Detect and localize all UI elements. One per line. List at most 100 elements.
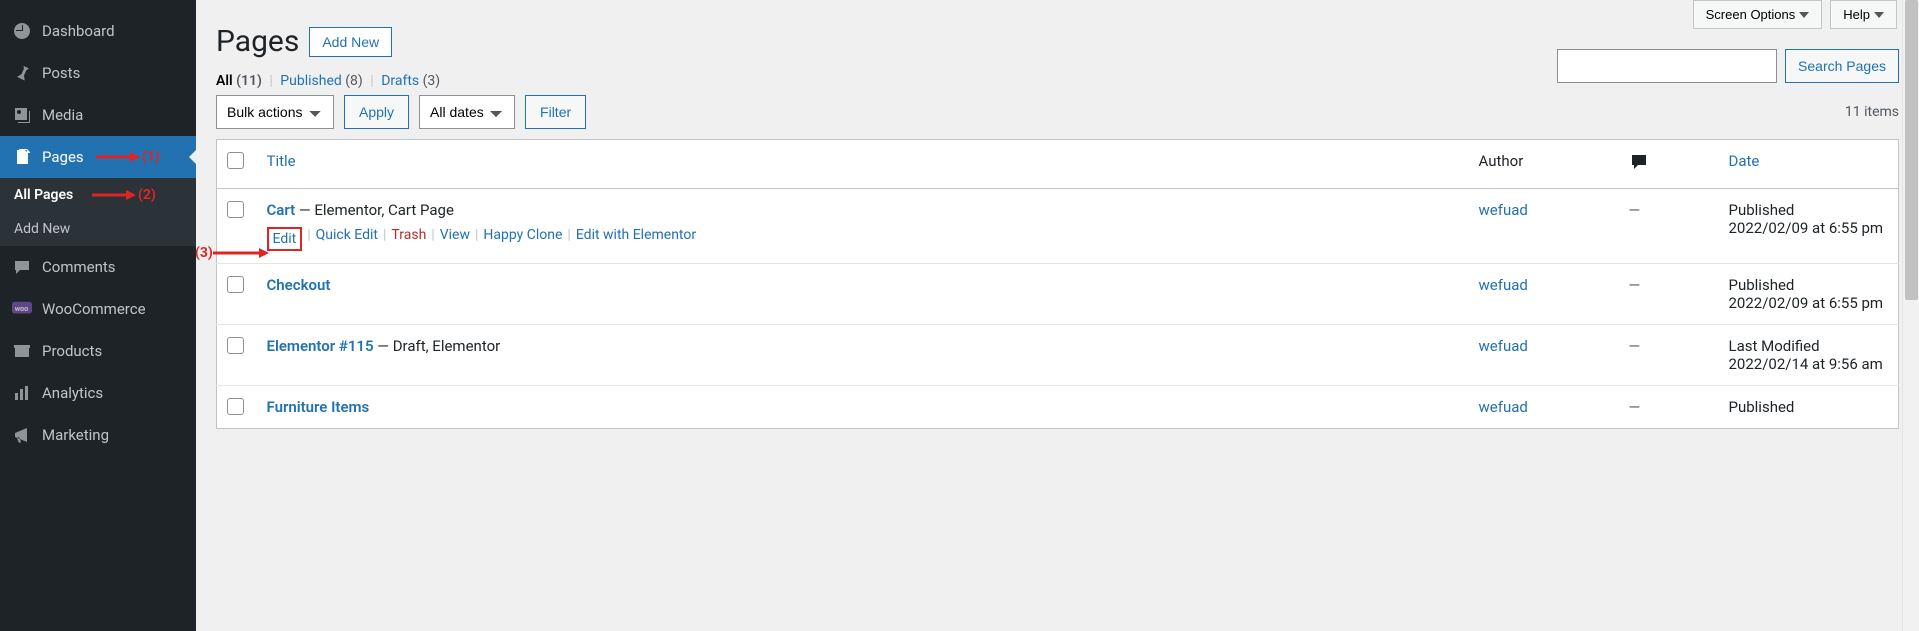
filter-all[interactable]: All (11) [216,73,265,89]
sidebar-label: Dashboard [42,22,115,40]
filter-button[interactable]: Filter [525,95,586,129]
search-input[interactable] [1557,49,1777,83]
author-link[interactable]: wefuad [1479,398,1528,416]
screen-options-label: Screen Options [1706,7,1796,22]
analytics-icon [12,383,32,403]
row-checkbox[interactable] [227,337,244,354]
comments-icon [12,257,32,277]
author-link[interactable]: wefuad [1479,201,1528,219]
sidebar-label: Media [42,106,83,124]
sidebar-label: Products [42,342,102,360]
post-state: — Elementor, Cart Page [295,201,454,219]
sidebar-item-dashboard[interactable]: Dashboard [0,10,196,52]
admin-sidebar: Dashboard Posts Media Pages (1) All Page… [0,0,196,631]
apply-button[interactable]: Apply [344,95,409,129]
date-full: 2022/02/09 at 6:55 pm [1729,294,1889,312]
sidebar-item-products[interactable]: Products [0,330,196,372]
products-icon [12,341,32,361]
help-label: Help [1843,7,1870,22]
sidebar-item-pages[interactable]: Pages (1) [0,136,196,178]
sidebar-submenu-pages: All Pages (2) Add New [0,178,196,246]
sidebar-label: WooCommerce [42,300,146,318]
pages-icon [12,147,32,167]
comments-icon[interactable] [1629,152,1649,176]
action-quick-edit[interactable]: Quick Edit [316,227,378,251]
scrollbar-thumb[interactable] [1905,0,1918,300]
svg-text:woo: woo [15,304,29,313]
row-actions: Edit| Quick Edit| Trash| View| Happy Clo… [267,227,1459,251]
dashboard-icon [12,21,32,41]
sidebar-label: Marketing [42,426,109,444]
action-happy-clone[interactable]: Happy Clone [483,227,562,251]
page-title-link[interactable]: Elementor #115 [267,337,374,355]
pages-table: Title Author Date Cart — Elementor, Cart… [216,139,1899,429]
annotation-1: (1) [142,149,160,165]
no-comments: — [1629,276,1641,294]
date-status: Last Modified [1729,337,1889,355]
no-comments: — [1629,337,1641,355]
page-title-link[interactable]: Furniture Items [267,398,370,416]
bulk-actions-select[interactable]: Bulk actions [216,95,334,129]
sidebar-label: Pages [42,148,84,166]
pin-icon [12,63,32,83]
column-date[interactable]: Date [1729,152,1760,170]
column-title[interactable]: Title [267,152,296,170]
sidebar-item-comments[interactable]: Comments [0,246,196,288]
scrollbar[interactable] [1902,0,1919,631]
no-comments: — [1629,398,1641,416]
annotation-2: (2) [138,187,156,203]
author-link[interactable]: wefuad [1479,276,1528,294]
main-content: Screen Options Help Pages Add New All (1… [196,0,1919,631]
search-button[interactable]: Search Pages [1785,49,1899,83]
filter-drafts[interactable]: Drafts (3) [381,73,440,89]
column-author: Author [1479,152,1524,170]
sidebar-label: Posts [42,64,80,82]
filter-published[interactable]: Published (8) [280,73,366,89]
action-trash[interactable]: Trash [391,227,426,251]
media-icon [12,105,32,125]
sidebar-sub-add-new[interactable]: Add New [0,212,196,246]
table-row: Cart — Elementor, Cart Page Edit| Quick … [217,189,1899,264]
table-row: Elementor #115 — Draft, Elementor wefuad… [217,325,1899,386]
sidebar-item-media[interactable]: Media [0,94,196,136]
action-edit[interactable]: Edit [273,231,297,247]
screen-options-button[interactable]: Screen Options [1693,0,1823,29]
post-state: — Draft, Elementor [374,337,501,355]
sidebar-label: Analytics [42,384,103,402]
author-link[interactable]: wefuad [1479,337,1528,355]
sidebar-label: Comments [42,258,116,276]
annotation-3: (3) [195,245,269,261]
row-checkbox[interactable] [227,276,244,293]
sidebar-item-woocommerce[interactable]: woo WooCommerce [0,288,196,330]
page-title: Pages [216,24,299,59]
date-status: Published [1729,201,1889,219]
date-status: Published [1729,398,1889,416]
action-view[interactable]: View [440,227,470,251]
date-full: 2022/02/09 at 6:55 pm [1729,219,1889,237]
chevron-down-icon [1874,12,1884,18]
items-count: 11 items [1845,104,1899,120]
help-button[interactable]: Help [1830,0,1897,29]
table-row: Checkout wefuad — Published 2022/02/09 a… [217,264,1899,325]
date-filter-select[interactable]: All dates [419,95,515,129]
marketing-icon [12,425,32,445]
page-title-link[interactable]: Cart [267,201,296,219]
select-all-checkbox[interactable] [227,152,244,169]
sidebar-sub-label: All Pages [14,187,73,203]
no-comments: — [1629,201,1641,219]
woo-icon: woo [12,299,32,319]
table-row: Furniture Items wefuad — Published [217,386,1899,429]
row-checkbox[interactable] [227,398,244,415]
sidebar-item-marketing[interactable]: Marketing [0,414,196,456]
sidebar-sub-label: Add New [14,221,70,237]
sidebar-sub-all-pages[interactable]: All Pages (2) [0,178,196,212]
row-checkbox[interactable] [227,201,244,218]
chevron-down-icon [1799,12,1809,18]
add-new-button[interactable]: Add New [309,27,392,57]
sidebar-item-analytics[interactable]: Analytics [0,372,196,414]
sidebar-item-posts[interactable]: Posts [0,52,196,94]
date-full: 2022/02/14 at 9:56 am [1729,355,1889,373]
page-title-link[interactable]: Checkout [267,276,331,294]
date-status: Published [1729,276,1889,294]
action-edit-elementor[interactable]: Edit with Elementor [576,227,696,251]
